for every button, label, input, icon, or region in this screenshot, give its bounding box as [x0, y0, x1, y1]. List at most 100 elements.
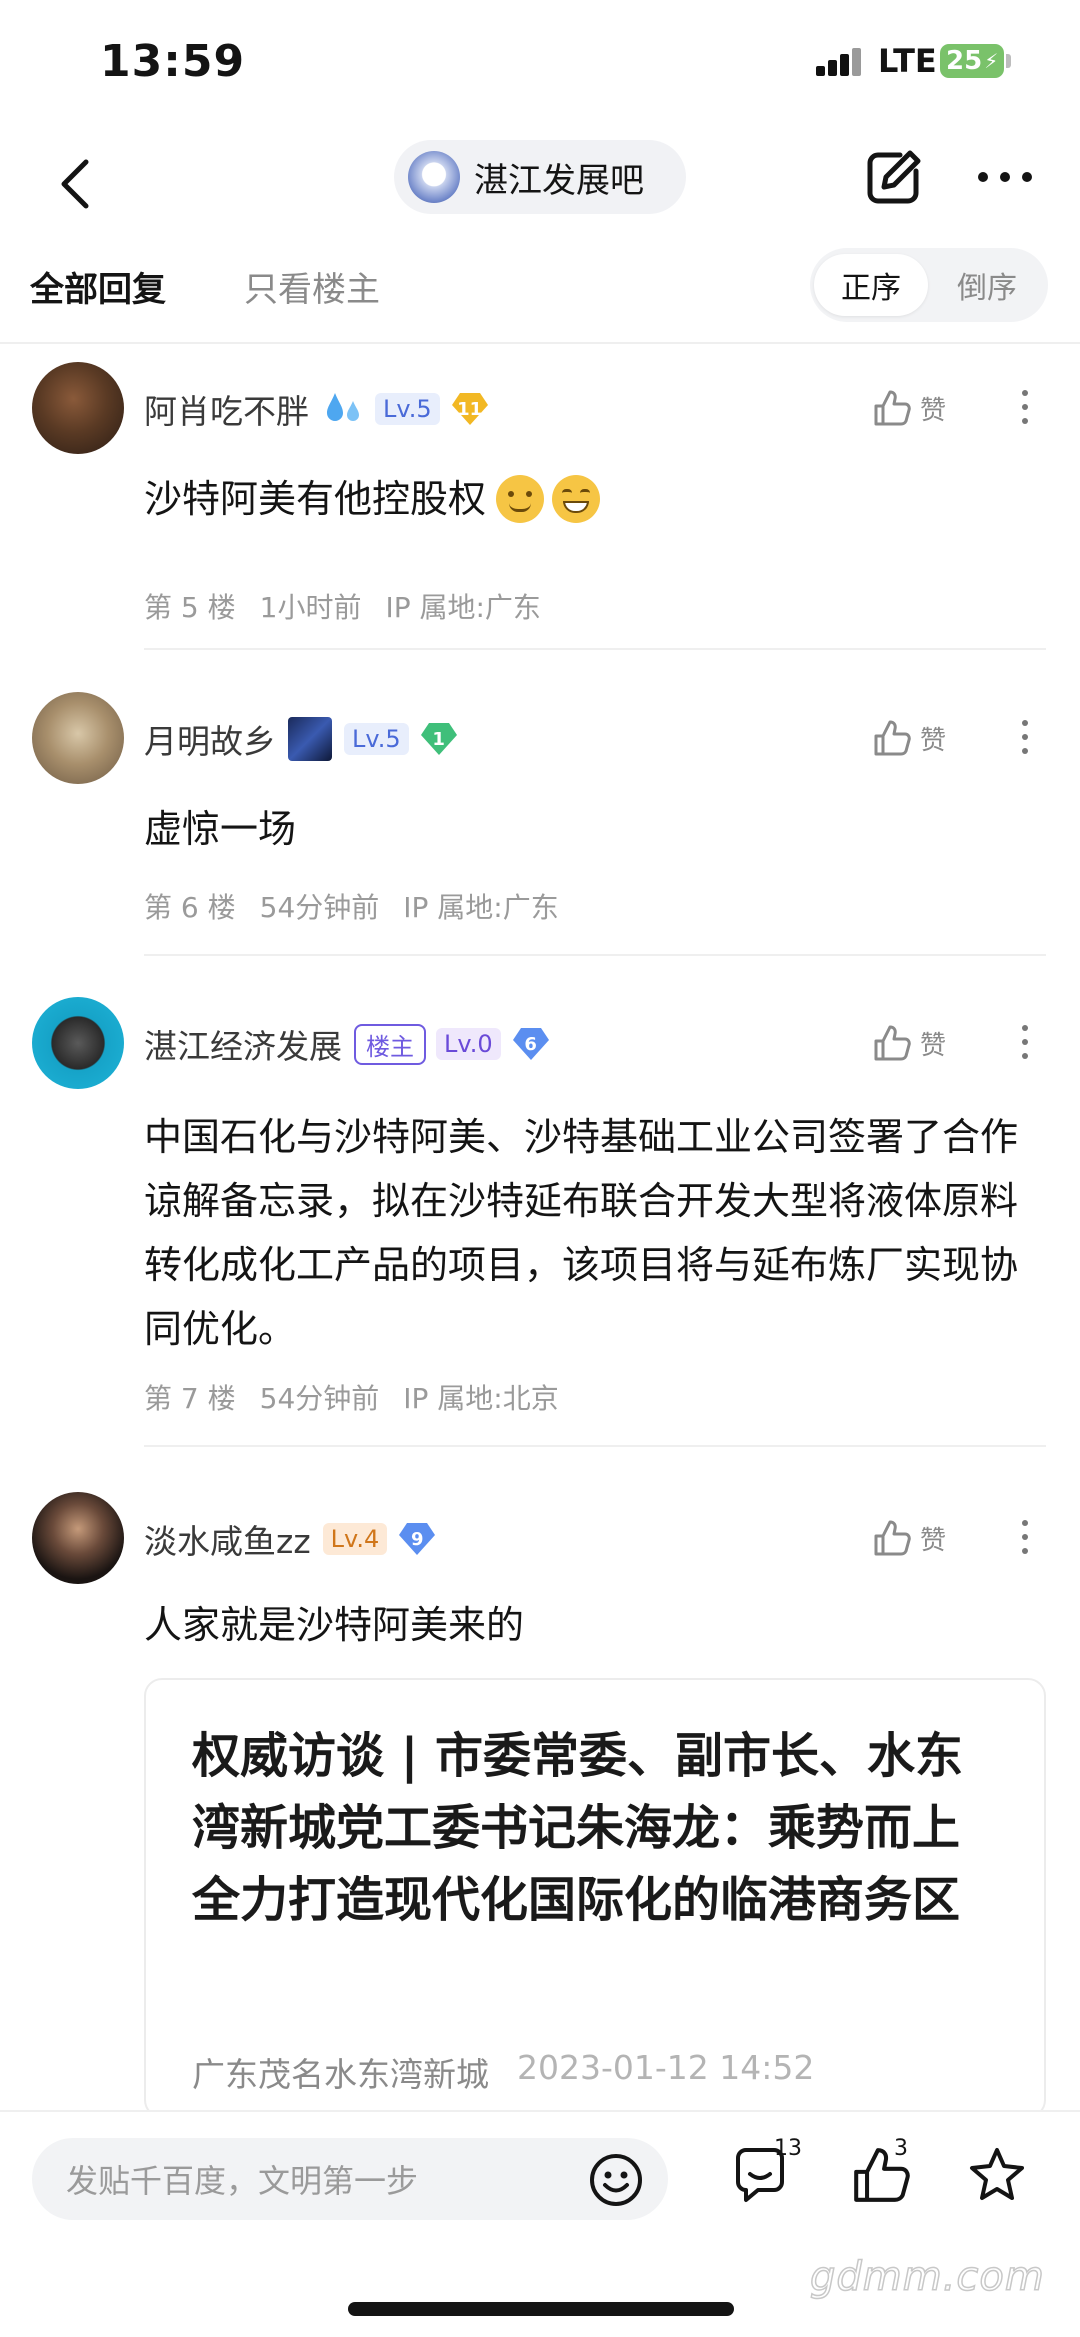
back-chevron-icon: [61, 159, 89, 209]
username[interactable]: 阿肖吃不胖: [144, 385, 309, 433]
gem-badge: 9: [397, 1521, 437, 1557]
divider: [144, 1445, 1046, 1447]
avatar[interactable]: [32, 692, 124, 784]
post-meta: 第 7 楼 54分钟前 IP 属地:北京: [144, 1377, 583, 1417]
reply-post: 湛江经济发展 楼主 Lv.0 6 赞 中国石化与沙特阿美、沙特基础工业公司签署了…: [0, 995, 1080, 1455]
order-asc-button[interactable]: 正序: [814, 254, 928, 316]
battery-level: 25: [946, 46, 983, 76]
gem-badge: 11: [450, 391, 490, 427]
like-button[interactable]: 赞: [872, 388, 946, 428]
order-toggle: 正序 倒序: [810, 248, 1048, 322]
user-row: 阿肖吃不胖 Lv.5 11: [144, 382, 498, 436]
post-more-button[interactable]: [1010, 382, 1040, 432]
forum-pill[interactable]: 湛江发展吧: [394, 140, 686, 214]
thumbs-up-icon: [874, 1025, 911, 1061]
ip-location: IP 属地:广东: [385, 591, 541, 624]
forum-avatar: [408, 151, 460, 203]
article-meta: 广东茂名水东湾新城 2023-01-12 14:52: [192, 2048, 842, 2096]
like-label: 赞: [920, 725, 947, 756]
back-button[interactable]: [40, 144, 110, 224]
op-badge: 楼主: [354, 1023, 426, 1065]
level-badge: Lv.5: [344, 723, 409, 755]
more-button[interactable]: [970, 142, 1040, 212]
reply-post: 阿肖吃不胖 Lv.5 11 赞 沙特阿美有他控股权 第 5 楼 1小时前 IP …: [0, 360, 1080, 650]
avatar[interactable]: [32, 1492, 124, 1584]
reply-input[interactable]: 发贴千百度，文明第一步: [32, 2138, 668, 2220]
reply-tabs: 全部回复 只看楼主 正序 倒序: [0, 240, 1080, 344]
network-label: LTE: [878, 42, 937, 80]
grin-emoji-icon: [552, 475, 601, 523]
avatar[interactable]: [32, 362, 124, 454]
post-more-button[interactable]: [1010, 1017, 1040, 1067]
like-count: 3: [894, 2136, 908, 2161]
reply-input-placeholder: 发贴千百度，文明第一步: [66, 2162, 419, 2200]
post-more-button[interactable]: [1010, 1512, 1040, 1562]
like-label: 赞: [920, 395, 947, 426]
article-title: 权威访谈 | 市委常委、副市长、水东湾新城党工委书记朱海龙：乘势而上全力打造现代…: [192, 1728, 963, 1928]
user-row: 湛江经济发展 楼主 Lv.0 6: [144, 1017, 559, 1071]
level-badge: Lv.5: [375, 393, 440, 425]
level-badge: Lv.0: [436, 1028, 501, 1060]
tab-all-replies[interactable]: 全部回复: [30, 262, 166, 311]
more-dots-icon: [978, 172, 1032, 182]
order-desc-button[interactable]: 倒序: [930, 254, 1044, 316]
share-edit-icon: [867, 150, 921, 204]
like-button[interactable]: 赞: [872, 718, 946, 758]
user-row: 月明故乡 Lv.5 1: [144, 712, 467, 766]
thumbs-up-icon: [874, 390, 911, 426]
nav-bar: 湛江发展吧: [0, 130, 1080, 240]
post-meta: 第 5 楼 1小时前 IP 属地:广东: [144, 586, 565, 626]
status-time: 13:59: [100, 36, 246, 87]
like-label: 赞: [920, 1030, 947, 1061]
avatar[interactable]: [32, 997, 124, 1089]
post-time: 54分钟前: [259, 1382, 380, 1415]
smile-emoji-icon: [496, 475, 545, 523]
comment-button[interactable]: 13: [730, 2136, 802, 2214]
star-icon: [970, 2148, 1024, 2200]
gem-badge: 6: [511, 1026, 551, 1062]
username[interactable]: 月明故乡: [144, 715, 276, 763]
floor-number: 第 6 楼: [144, 891, 236, 924]
article-source: 广东茂名水东湾新城: [192, 2055, 489, 2094]
sweat-drops-icon: [327, 393, 359, 421]
level-badge: Lv.4: [322, 1523, 388, 1555]
post-content: 虚惊一场: [144, 807, 297, 851]
post-content: 人家就是沙特阿美来的: [144, 1603, 525, 1647]
post-more-button[interactable]: [1010, 712, 1040, 762]
gem-badge: 1: [419, 721, 459, 757]
article-card[interactable]: 权威访谈 | 市委常委、副市长、水东湾新城党工委书记朱海龙：乘势而上全力打造现代…: [144, 1678, 1046, 2118]
post-content: 沙特阿美有他控股权: [144, 468, 1024, 530]
like-button[interactable]: 赞: [872, 1023, 946, 1063]
like-post-button[interactable]: 3: [850, 2136, 920, 2214]
username[interactable]: 湛江经济发展: [144, 1020, 342, 1068]
battery-icon: 25 ⚡: [940, 44, 1004, 78]
thumbs-up-icon: [874, 1520, 911, 1556]
article-date: 2023-01-12 14:52: [517, 2048, 815, 2087]
starry-sky-icon: [288, 717, 332, 761]
comment-count: 13: [774, 2136, 802, 2161]
signal-icon: [816, 46, 868, 76]
post-content: 中国石化与沙特阿美、沙特基础工业公司签署了合作谅解备忘录，拟在沙特延布联合开发大…: [144, 1115, 1019, 1351]
username[interactable]: 淡水咸鱼zz: [144, 1515, 311, 1563]
favorite-button[interactable]: [966, 2144, 1036, 2214]
user-row: 淡水咸鱼zz Lv.4 9: [144, 1512, 445, 1566]
like-button[interactable]: 赞: [872, 1518, 946, 1558]
post-time: 54分钟前: [259, 891, 380, 924]
ip-location: IP 属地:北京: [403, 1382, 559, 1415]
post-time: 1小时前: [259, 591, 362, 624]
tab-only-op[interactable]: 只看楼主: [244, 262, 380, 311]
divider: [144, 648, 1046, 650]
thumbs-up-icon: [874, 720, 911, 756]
reply-post: 月明故乡 Lv.5 1 赞 虚惊一场 第 6 楼 54分钟前 IP 属地:广东: [0, 690, 1080, 960]
floor-number: 第 7 楼: [144, 1382, 236, 1415]
floor-number: 第 5 楼: [144, 591, 236, 624]
share-button[interactable]: [862, 142, 926, 212]
like-label: 赞: [920, 1525, 947, 1556]
divider: [144, 954, 1046, 956]
forum-name: 湛江发展吧: [474, 160, 644, 201]
ip-location: IP 属地:广东: [403, 891, 559, 924]
watermark: gdmm.com: [809, 2253, 1045, 2301]
emoji-icon[interactable]: [588, 2152, 644, 2208]
home-indicator: [348, 2302, 734, 2316]
battery-cap: [1006, 54, 1011, 68]
